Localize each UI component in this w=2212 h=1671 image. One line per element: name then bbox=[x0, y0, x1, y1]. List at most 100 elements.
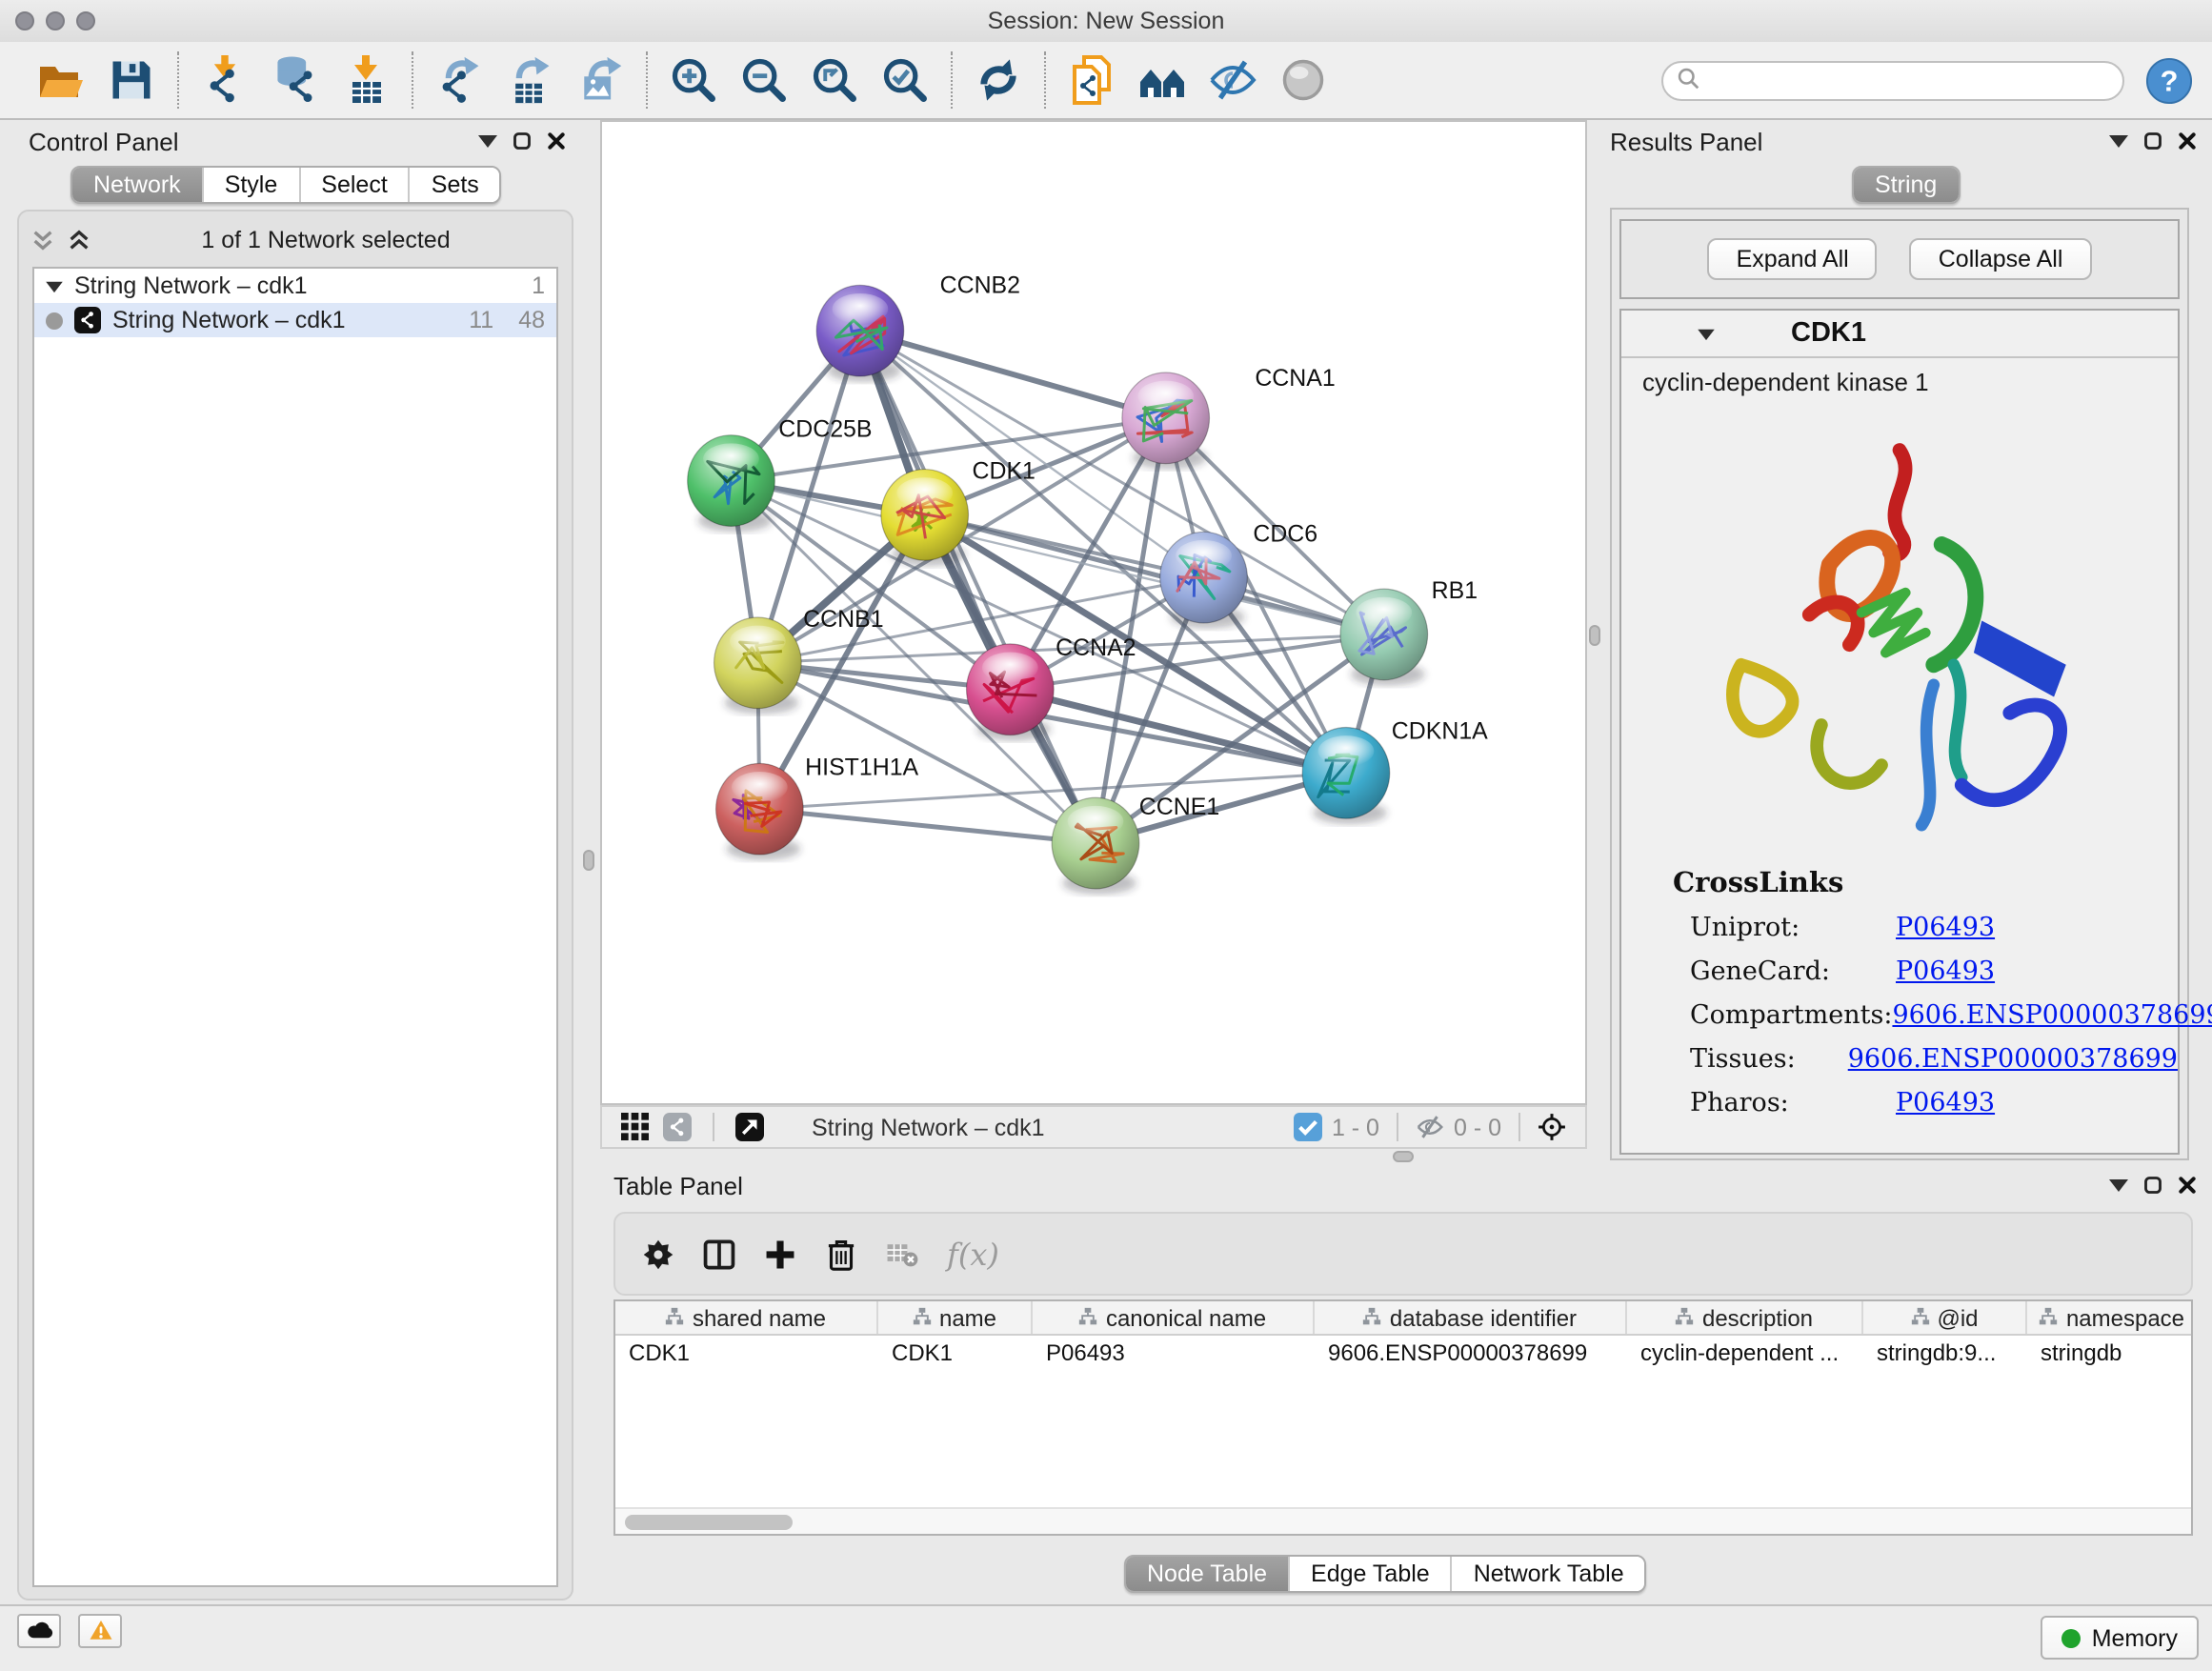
node-CCNB1[interactable] bbox=[714, 617, 802, 715]
left-splitter-handle[interactable] bbox=[583, 850, 594, 871]
tab-network-table[interactable]: Network Table bbox=[1451, 1557, 1645, 1591]
export-table-button[interactable] bbox=[505, 55, 554, 105]
tab-sets[interactable]: Sets bbox=[409, 168, 500, 202]
column-header-database-identifier[interactable]: database identifier bbox=[1315, 1301, 1627, 1334]
panel-menu-icon[interactable] bbox=[478, 131, 497, 151]
node-CDC25B[interactable] bbox=[688, 435, 775, 533]
clone-network-button[interactable] bbox=[1067, 55, 1116, 105]
column-header-canonical-name[interactable]: canonical name bbox=[1033, 1301, 1315, 1334]
node-CDKN1A[interactable] bbox=[1302, 728, 1390, 825]
node-label-RB1: RB1 bbox=[1432, 577, 1478, 604]
fit-selected-crosshair-icon[interactable] bbox=[1538, 1113, 1566, 1141]
column-header-shared-name[interactable]: shared name bbox=[615, 1301, 878, 1334]
panel-float-icon[interactable] bbox=[513, 131, 532, 151]
show-graphics-button[interactable] bbox=[1278, 55, 1328, 105]
houses-button[interactable] bbox=[1137, 55, 1187, 105]
memory-button[interactable]: Memory bbox=[2041, 1616, 2199, 1660]
node-CCNE1[interactable] bbox=[1052, 797, 1139, 895]
node-RB1[interactable] bbox=[1340, 589, 1428, 686]
expand-all-button[interactable]: Expand All bbox=[1708, 238, 1878, 280]
search-input[interactable] bbox=[1709, 65, 2109, 95]
tab-node-table[interactable]: Node Table bbox=[1126, 1557, 1288, 1591]
collapse-all-button[interactable]: Collapse All bbox=[1910, 238, 2092, 280]
tab-string[interactable]: String bbox=[1854, 168, 1958, 202]
zoom-out-button[interactable] bbox=[739, 55, 789, 105]
network-type-icon[interactable] bbox=[663, 1113, 692, 1141]
network-row[interactable]: String Network – cdk1 11 48 bbox=[34, 303, 556, 337]
refresh-layout-icon bbox=[974, 55, 1023, 105]
collapse-all-networks-icon[interactable] bbox=[30, 228, 55, 252]
crosslink-link[interactable]: P06493 bbox=[1896, 1088, 1995, 1118]
open-session-button[interactable] bbox=[36, 55, 86, 105]
panel-close-icon[interactable] bbox=[547, 131, 566, 151]
collapse-section-icon[interactable] bbox=[1698, 327, 1715, 340]
node-label-CCNB2: CCNB2 bbox=[940, 272, 1020, 298]
hide-graphics-button[interactable] bbox=[1208, 55, 1257, 105]
column-header-description[interactable]: description bbox=[1627, 1301, 1863, 1334]
import-network-button[interactable] bbox=[200, 55, 250, 105]
table-cell: cyclin-dependent ... bbox=[1627, 1339, 1863, 1365]
selected-count: 1 - 0 bbox=[1332, 1114, 1379, 1140]
node-label-CDK1: CDK1 bbox=[972, 458, 1035, 485]
import-table-button[interactable] bbox=[341, 55, 391, 105]
tab-select[interactable]: Select bbox=[298, 168, 409, 202]
birdseye-view-icon[interactable] bbox=[735, 1113, 764, 1141]
scrollbar-thumb[interactable] bbox=[625, 1514, 793, 1529]
network-view-canvas[interactable]: CCNB2CCNA1CDC25BCDK1CDC6RB1CCNB1CCNA2CDK… bbox=[600, 120, 1587, 1105]
warnings-button[interactable] bbox=[78, 1614, 122, 1648]
crosslink-row: Tissues:9606.ENSP00000378699 bbox=[1690, 1044, 2178, 1075]
save-session-button[interactable] bbox=[107, 55, 156, 105]
import-network-database-button[interactable] bbox=[271, 55, 320, 105]
column-header-namespace[interactable]: namespace bbox=[2027, 1301, 2193, 1334]
show-columns-icon[interactable] bbox=[703, 1238, 735, 1270]
crosslink-label: Compartments: bbox=[1690, 1000, 1892, 1031]
panel-menu-icon[interactable] bbox=[2109, 131, 2128, 151]
node-label-CCNE1: CCNE1 bbox=[1139, 794, 1219, 820]
crosslink-link[interactable]: P06493 bbox=[1896, 956, 1995, 987]
panel-float-icon[interactable] bbox=[2143, 1176, 2162, 1195]
panel-menu-icon[interactable] bbox=[2109, 1176, 2128, 1195]
node-CCNA2[interactable] bbox=[967, 644, 1055, 741]
panel-close-icon[interactable] bbox=[2178, 1176, 2197, 1195]
tab-network[interactable]: Network bbox=[72, 168, 202, 202]
table-panel-title: Table Panel bbox=[613, 1171, 743, 1199]
crosslink-link[interactable]: 9606.ENSP00000378699 bbox=[1848, 1044, 2178, 1075]
add-column-icon[interactable] bbox=[764, 1238, 796, 1270]
tab-edge-table[interactable]: Edge Table bbox=[1288, 1557, 1451, 1591]
node-CCNB2[interactable] bbox=[816, 285, 904, 382]
grid-view-icon[interactable] bbox=[621, 1113, 650, 1141]
export-image-button[interactable] bbox=[575, 55, 625, 105]
memory-status-dot bbox=[2061, 1628, 2081, 1647]
zoom-selected-button[interactable] bbox=[880, 55, 930, 105]
zoom-in-button[interactable] bbox=[669, 55, 718, 105]
cloud-button[interactable] bbox=[17, 1614, 61, 1648]
table-options-gear-icon[interactable] bbox=[642, 1238, 674, 1270]
gene-section-header[interactable]: CDK1 bbox=[1621, 311, 2178, 358]
bottom-splitter-handle[interactable] bbox=[1393, 1151, 1414, 1162]
network-collection-row[interactable]: String Network – cdk1 1 bbox=[34, 269, 556, 303]
node-CCNA1[interactable] bbox=[1122, 372, 1210, 470]
crosslink-link[interactable]: P06493 bbox=[1896, 913, 1995, 943]
hidden-eye-icon[interactable] bbox=[1416, 1113, 1444, 1141]
crosslink-link[interactable]: 9606.ENSP00000378699 bbox=[1892, 1000, 2212, 1031]
search-box[interactable] bbox=[1661, 60, 2124, 100]
node-HIST1H1A[interactable] bbox=[716, 763, 804, 860]
column-header-@id[interactable]: @id bbox=[1863, 1301, 2027, 1334]
selected-checkbox-icon[interactable] bbox=[1294, 1113, 1322, 1141]
refresh-layout-button[interactable] bbox=[974, 55, 1023, 105]
node-CDK1[interactable] bbox=[881, 470, 969, 567]
zoom-fit-button[interactable] bbox=[810, 55, 859, 105]
column-header-name[interactable]: name bbox=[878, 1301, 1033, 1334]
help-button[interactable]: ? bbox=[2145, 56, 2193, 104]
delete-column-icon[interactable] bbox=[825, 1238, 857, 1270]
panel-float-icon[interactable] bbox=[2143, 131, 2162, 151]
tab-style[interactable]: Style bbox=[202, 168, 299, 202]
collapse-tree-icon[interactable] bbox=[46, 279, 63, 292]
node-CDC6[interactable] bbox=[1160, 532, 1248, 629]
table-horizontal-scrollbar[interactable] bbox=[615, 1507, 2191, 1534]
panel-close-icon[interactable] bbox=[2178, 131, 2197, 151]
table-row[interactable]: CDK1CDK1P064939606.ENSP00000378699cyclin… bbox=[615, 1336, 2191, 1368]
zoom-out-icon bbox=[739, 55, 789, 105]
expand-all-networks-icon[interactable] bbox=[67, 228, 91, 252]
export-network-button[interactable] bbox=[434, 55, 484, 105]
